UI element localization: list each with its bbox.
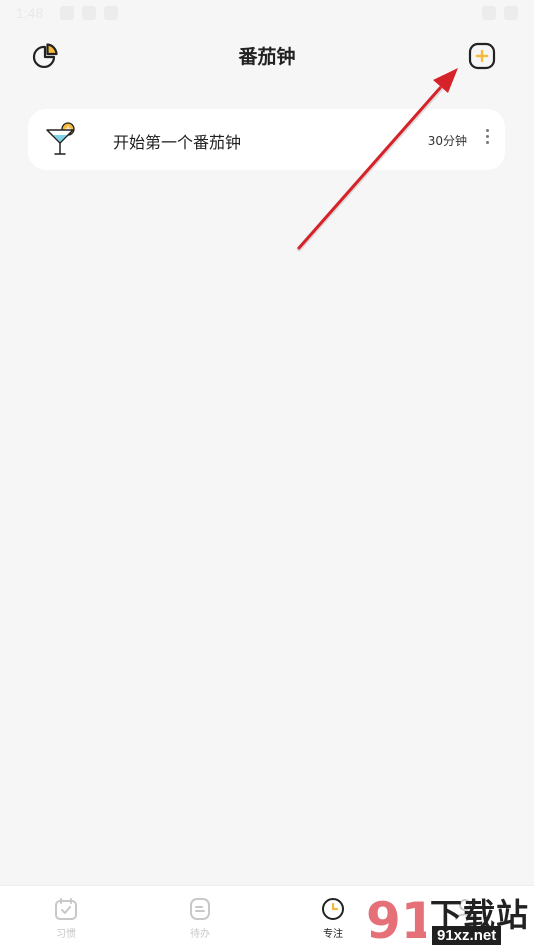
page-title: 番茄钟 [238, 46, 296, 68]
status-time: 1:48 [16, 5, 44, 21]
status-system-icons [482, 6, 518, 20]
more-dot [485, 135, 489, 138]
timer-card[interactable]: 开始第一个番茄钟 30分钟 [28, 109, 505, 170]
tab-habits[interactable]: 习惯 [26, 896, 106, 946]
tab-label: 待办 [190, 929, 210, 940]
cocktail-icon [46, 122, 75, 155]
battery-icon [504, 6, 518, 20]
status-notification-icons [60, 6, 118, 20]
note-icon [190, 898, 210, 920]
notification-icon [60, 6, 74, 20]
timer-title: 开始第一个番茄钟 [113, 133, 242, 152]
tab-focus[interactable]: 专注 [293, 896, 373, 946]
more-options-button[interactable] [483, 129, 491, 149]
svg-text:91: 91 [366, 892, 426, 950]
tab-label: 习惯 [56, 929, 76, 940]
calendar-check-icon [55, 898, 77, 920]
more-dot [485, 141, 489, 144]
watermark-logo: 91 [366, 892, 426, 950]
tab-label: 专注 [323, 929, 343, 940]
timer-duration: 30分钟 [427, 134, 467, 148]
clock-icon [322, 898, 344, 920]
more-dot [485, 129, 489, 132]
watermark: 91 下载站 91xz.net [364, 888, 534, 950]
add-timer-button[interactable] [466, 40, 498, 72]
wifi-icon [482, 6, 496, 20]
sync-icon [82, 6, 96, 20]
tab-todo[interactable]: 待办 [160, 896, 240, 946]
storage-icon [104, 6, 118, 20]
header: 番茄钟 [0, 28, 534, 84]
plus-icon [468, 42, 496, 70]
watermark-url: 91xz.net [432, 926, 502, 945]
status-bar: 1:48 [0, 0, 534, 28]
